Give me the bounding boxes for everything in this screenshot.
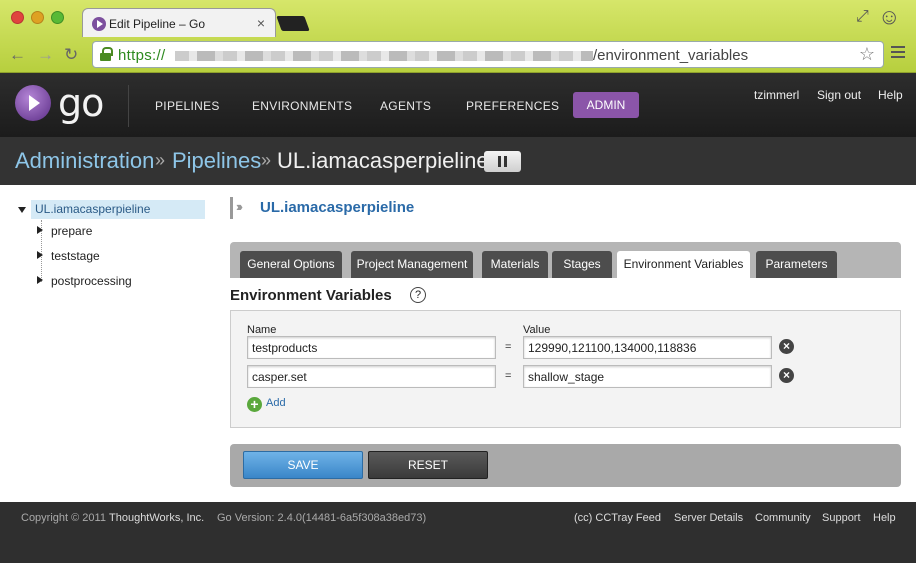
env-value-field[interactable] [523, 365, 772, 388]
tab-general-options[interactable]: General Options [240, 251, 342, 278]
pipeline-tabs: General Options Project Management Mater… [230, 242, 901, 278]
env-name-field[interactable] [247, 336, 496, 359]
browser-menu-icon[interactable] [891, 46, 905, 58]
help-icon[interactable]: ? [410, 287, 426, 303]
title-accent [230, 197, 233, 219]
incognito-icon: ☺ [878, 4, 901, 29]
go-logo-icon[interactable] [15, 85, 51, 121]
address-bar[interactable]: https:// /environment_variables ☆ [92, 41, 884, 68]
maximize-window-button[interactable] [51, 11, 64, 24]
tab-environment-variables[interactable]: Environment Variables [617, 251, 750, 278]
expand-tree-icon[interactable] [37, 276, 43, 284]
delete-icon[interactable]: × [779, 368, 794, 383]
bookmark-star-icon[interactable]: ☆ [859, 44, 875, 65]
collapse-tree-icon[interactable] [18, 207, 26, 213]
breadcrumb-separator: » [155, 150, 166, 170]
footer-cctray-link[interactable]: (cc) CCTray Feed [574, 512, 661, 524]
footer-community-link[interactable]: Community [755, 512, 811, 524]
username: tzimmerl [754, 88, 800, 102]
tab-close-icon[interactable]: × [257, 15, 265, 31]
fullscreen-icon[interactable]: ⤢ [856, 8, 869, 26]
tree-item-prepare[interactable]: prepare [51, 224, 92, 238]
go-favicon-icon [92, 17, 106, 31]
nav-environments[interactable]: ENVIRONMENTS [252, 99, 352, 113]
tree-root-pipeline[interactable]: UL.iamacasperpieline [31, 200, 205, 219]
chevrons-icon: ››› [236, 199, 243, 214]
signout-link[interactable]: Sign out [817, 88, 861, 102]
tab-title: Edit Pipeline – Go [109, 17, 206, 31]
equals-sign: = [505, 370, 512, 382]
delete-icon[interactable]: × [779, 339, 794, 354]
help-link[interactable]: Help [878, 88, 903, 102]
tab-parameters[interactable]: Parameters [756, 251, 837, 278]
close-window-button[interactable] [11, 11, 24, 24]
forward-icon[interactable]: → [37, 45, 54, 65]
add-variable-link[interactable]: Add [266, 397, 286, 409]
env-variables-form: Name Value = × = × + Add [230, 310, 901, 428]
browser-chrome: Edit Pipeline – Go × ⤢ ☺ ← → ↻ https:// … [0, 0, 916, 73]
form-actions: SAVE RESET [230, 444, 901, 487]
pause-pipeline-button[interactable] [484, 151, 521, 172]
env-value-field[interactable] [523, 336, 772, 359]
section-title: Environment Variables [230, 287, 392, 304]
add-icon[interactable]: + [247, 397, 262, 412]
breadcrumb-current: UL.iamacasperpieline [277, 148, 489, 173]
equals-sign: = [505, 341, 512, 353]
reset-button[interactable]: RESET [368, 451, 488, 479]
value-column-label: Value [523, 324, 551, 336]
save-button[interactable]: SAVE [243, 451, 363, 479]
version-info: Go Version: 2.4.0(14481-6a5f308a38ed73) [217, 512, 427, 524]
browser-tab[interactable]: Edit Pipeline – Go × [82, 8, 276, 37]
browser-toolbar: ← → ↻ https:// /environment_variables ☆ [0, 37, 916, 73]
back-icon[interactable]: ← [9, 45, 26, 65]
footer-server-details-link[interactable]: Server Details [674, 512, 743, 524]
tree-item-postprocessing[interactable]: postprocessing [51, 274, 132, 288]
url-redacted [175, 51, 593, 61]
breadcrumb: Administration » Pipelines » UL.iamacasp… [0, 137, 916, 185]
footer: Copyright © 2011 ThoughtWorks, Inc. Go V… [0, 502, 916, 563]
pipeline-title: UL.iamacasperpieline [260, 199, 415, 216]
breadcrumb-administration[interactable]: Administration [15, 148, 154, 174]
tree-item-teststage[interactable]: teststage [51, 249, 100, 263]
nav-admin[interactable]: ADMIN [573, 92, 639, 118]
url-path: /environment_variables [593, 47, 749, 64]
nav-pipelines[interactable]: PIPELINES [155, 99, 220, 113]
tab-project-management[interactable]: Project Management [351, 251, 473, 278]
nav-agents[interactable]: AGENTS [380, 99, 431, 113]
env-name-field[interactable] [247, 365, 496, 388]
reload-icon[interactable]: ↻ [64, 45, 78, 65]
minimize-window-button[interactable] [31, 11, 44, 24]
tab-stages[interactable]: Stages [552, 251, 612, 278]
tab-materials[interactable]: Materials [482, 251, 548, 278]
divider [128, 85, 129, 127]
copyright: Copyright © 2011 [21, 512, 106, 524]
expand-tree-icon[interactable] [37, 226, 43, 234]
lock-icon [100, 47, 113, 61]
app-header: go PIPELINES ENVIRONMENTS AGENTS PREFERE… [0, 73, 916, 137]
logo-text: go [58, 81, 104, 125]
new-tab-button[interactable] [276, 16, 310, 31]
main-content: UL.iamacasperpieline prepare teststage p… [0, 185, 916, 502]
expand-tree-icon[interactable] [37, 251, 43, 259]
breadcrumb-pipelines[interactable]: Pipelines [172, 148, 261, 174]
company-link[interactable]: ThoughtWorks, Inc. [109, 512, 204, 524]
url-scheme: https:// [118, 47, 166, 64]
breadcrumb-separator: » [261, 150, 272, 170]
nav-preferences[interactable]: PREFERENCES [466, 99, 559, 113]
footer-help-link[interactable]: Help [873, 512, 896, 524]
name-column-label: Name [247, 324, 277, 336]
footer-support-link[interactable]: Support [822, 512, 861, 524]
